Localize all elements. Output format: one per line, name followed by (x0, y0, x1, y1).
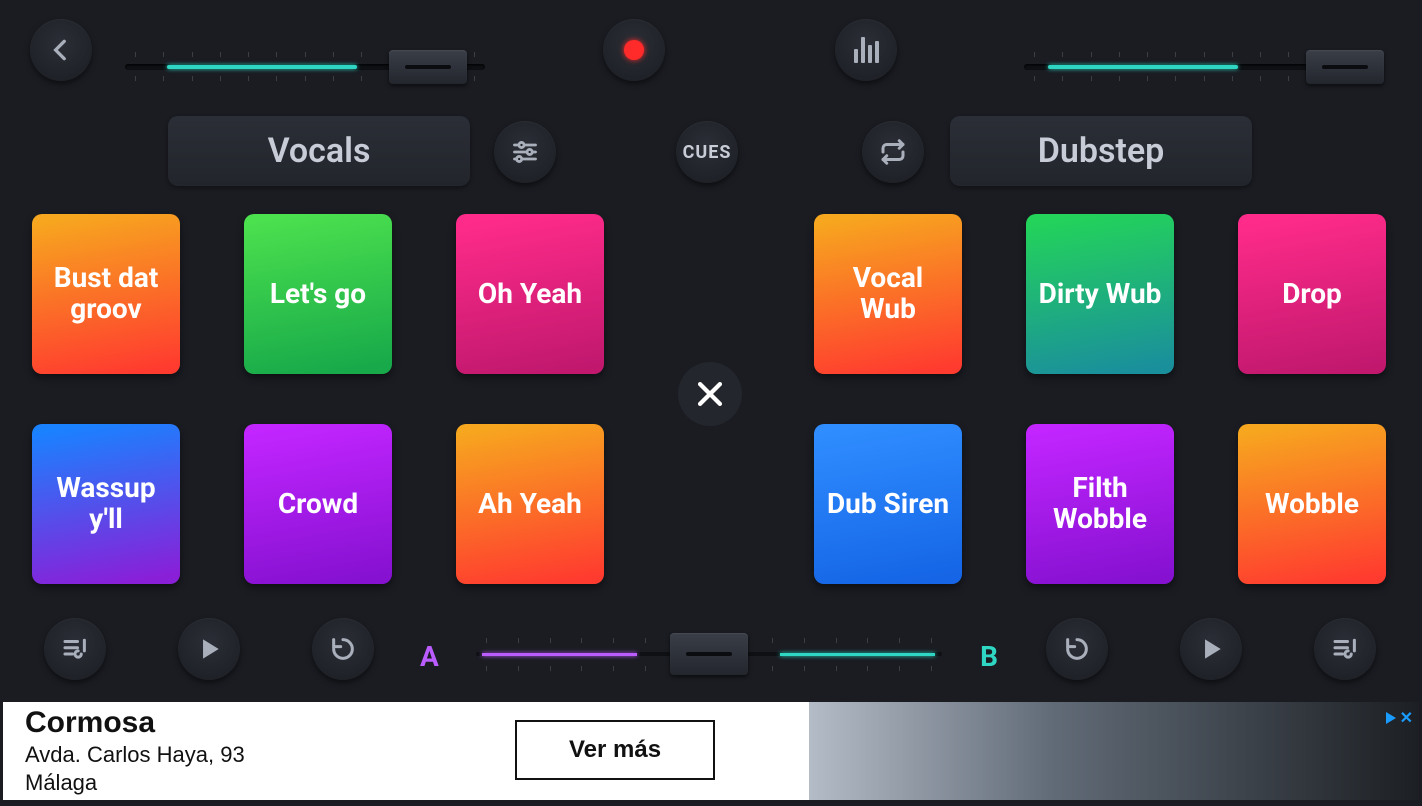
record-icon (624, 40, 644, 60)
deck-a-fx-button[interactable] (494, 121, 556, 183)
ad-close-button[interactable]: ✕ (1400, 708, 1413, 728)
crossfader-a-label: A (420, 640, 439, 673)
deck-a-pad-4[interactable]: Crowd (244, 424, 392, 584)
back-button[interactable] (30, 19, 92, 81)
deck-b-pad-4[interactable]: Filth Wobble (1026, 424, 1174, 584)
deck-b-loop-button[interactable] (862, 121, 924, 183)
pad-label: Dirty Wub (1039, 279, 1162, 310)
deck-a-pad-2[interactable]: Oh Yeah (456, 214, 604, 374)
deck-a-pad-3[interactable]: Wassup y'll (32, 424, 180, 584)
deck-b-category-button[interactable]: Dubstep (950, 116, 1252, 186)
pad-label: Drop (1282, 279, 1342, 310)
pad-label: Filth Wobble (1034, 473, 1166, 535)
adchoices-icon[interactable] (1386, 712, 1396, 724)
pad-label: Wassup y'll (40, 473, 172, 535)
play-icon (196, 636, 222, 662)
deck-a-pad-5[interactable]: Ah Yeah (456, 424, 604, 584)
play-icon (1198, 636, 1224, 662)
deck-b-reset-button[interactable] (1046, 618, 1108, 680)
record-button[interactable] (603, 19, 665, 81)
deck-b-pad-5[interactable]: Wobble (1238, 424, 1386, 584)
playlist-icon (1330, 634, 1360, 664)
deck-b-pad-1[interactable]: Dirty Wub (1026, 214, 1174, 374)
deck-b-pad-3[interactable]: Dub Siren (814, 424, 962, 584)
visualizer-button[interactable] (835, 19, 897, 81)
deck-a-pad-1[interactable]: Let's go (244, 214, 392, 374)
slider-knob[interactable] (1306, 50, 1384, 84)
top-toolbar (0, 18, 1422, 82)
deck-a-playlist-button[interactable] (44, 618, 106, 680)
undo-icon (1063, 635, 1091, 663)
deck-b-playlist-button[interactable] (1314, 618, 1376, 680)
sliders-icon (511, 138, 539, 166)
category-bar: Vocals CUES Dubstep (0, 112, 1422, 190)
deck-a-category-button[interactable]: Vocals (168, 116, 470, 186)
crossfader[interactable]: A B (420, 626, 998, 682)
crossfader-b-label: B (980, 640, 998, 673)
category-label: Dubstep (1038, 131, 1165, 171)
slider-knob[interactable] (389, 50, 467, 84)
chevron-left-icon (48, 37, 74, 63)
equalizer-icon (854, 37, 879, 63)
ad-banner[interactable]: Cormosa Avda. Carlos Haya, 93 Málaga Ver… (3, 702, 1419, 800)
close-icon (693, 377, 727, 411)
deck-b-pad-0[interactable]: Vocal Wub (814, 214, 962, 374)
ad-image (809, 702, 1419, 800)
deck-a-pad-0[interactable]: Bust dat groov (32, 214, 180, 374)
pad-label: Ah Yeah (478, 489, 582, 520)
cues-button[interactable]: CUES (676, 121, 738, 183)
ad-cta-button[interactable]: Ver más (515, 720, 715, 780)
pad-label: Bust dat groov (40, 263, 172, 325)
playlist-icon (60, 634, 90, 664)
cues-label: CUES (683, 142, 732, 163)
deck-b-pads: Vocal Wub Dirty Wub Drop Dub Siren Filth Wob… (814, 214, 1386, 584)
repeat-icon (878, 137, 908, 167)
ad-controls: ✕ (1386, 708, 1413, 728)
undo-icon (329, 635, 357, 663)
deck-b-play-button[interactable] (1180, 618, 1242, 680)
pad-label: Let's go (270, 279, 366, 310)
bottom-toolbar: A B (0, 608, 1422, 692)
pad-label: Vocal Wub (822, 263, 954, 325)
pad-label: Crowd (278, 489, 358, 520)
deck-a-reset-button[interactable] (312, 618, 374, 680)
pad-label: Wobble (1265, 489, 1359, 520)
pad-label: Dub Siren (827, 489, 949, 520)
deck-b-tempo-slider[interactable] (1024, 46, 1384, 90)
deck-b-pad-2[interactable]: Drop (1238, 214, 1386, 374)
deck-a-pads: Bust dat groov Let's go Oh Yeah Wassup y'll… (32, 214, 604, 584)
pad-label: Oh Yeah (478, 279, 582, 310)
ad-cta-label: Ver más (569, 736, 661, 763)
close-pads-button[interactable] (678, 362, 742, 426)
crossfader-knob[interactable] (670, 633, 748, 675)
deck-a-play-button[interactable] (178, 618, 240, 680)
deck-a-tempo-slider[interactable] (125, 46, 485, 90)
category-label: Vocals (268, 131, 371, 171)
